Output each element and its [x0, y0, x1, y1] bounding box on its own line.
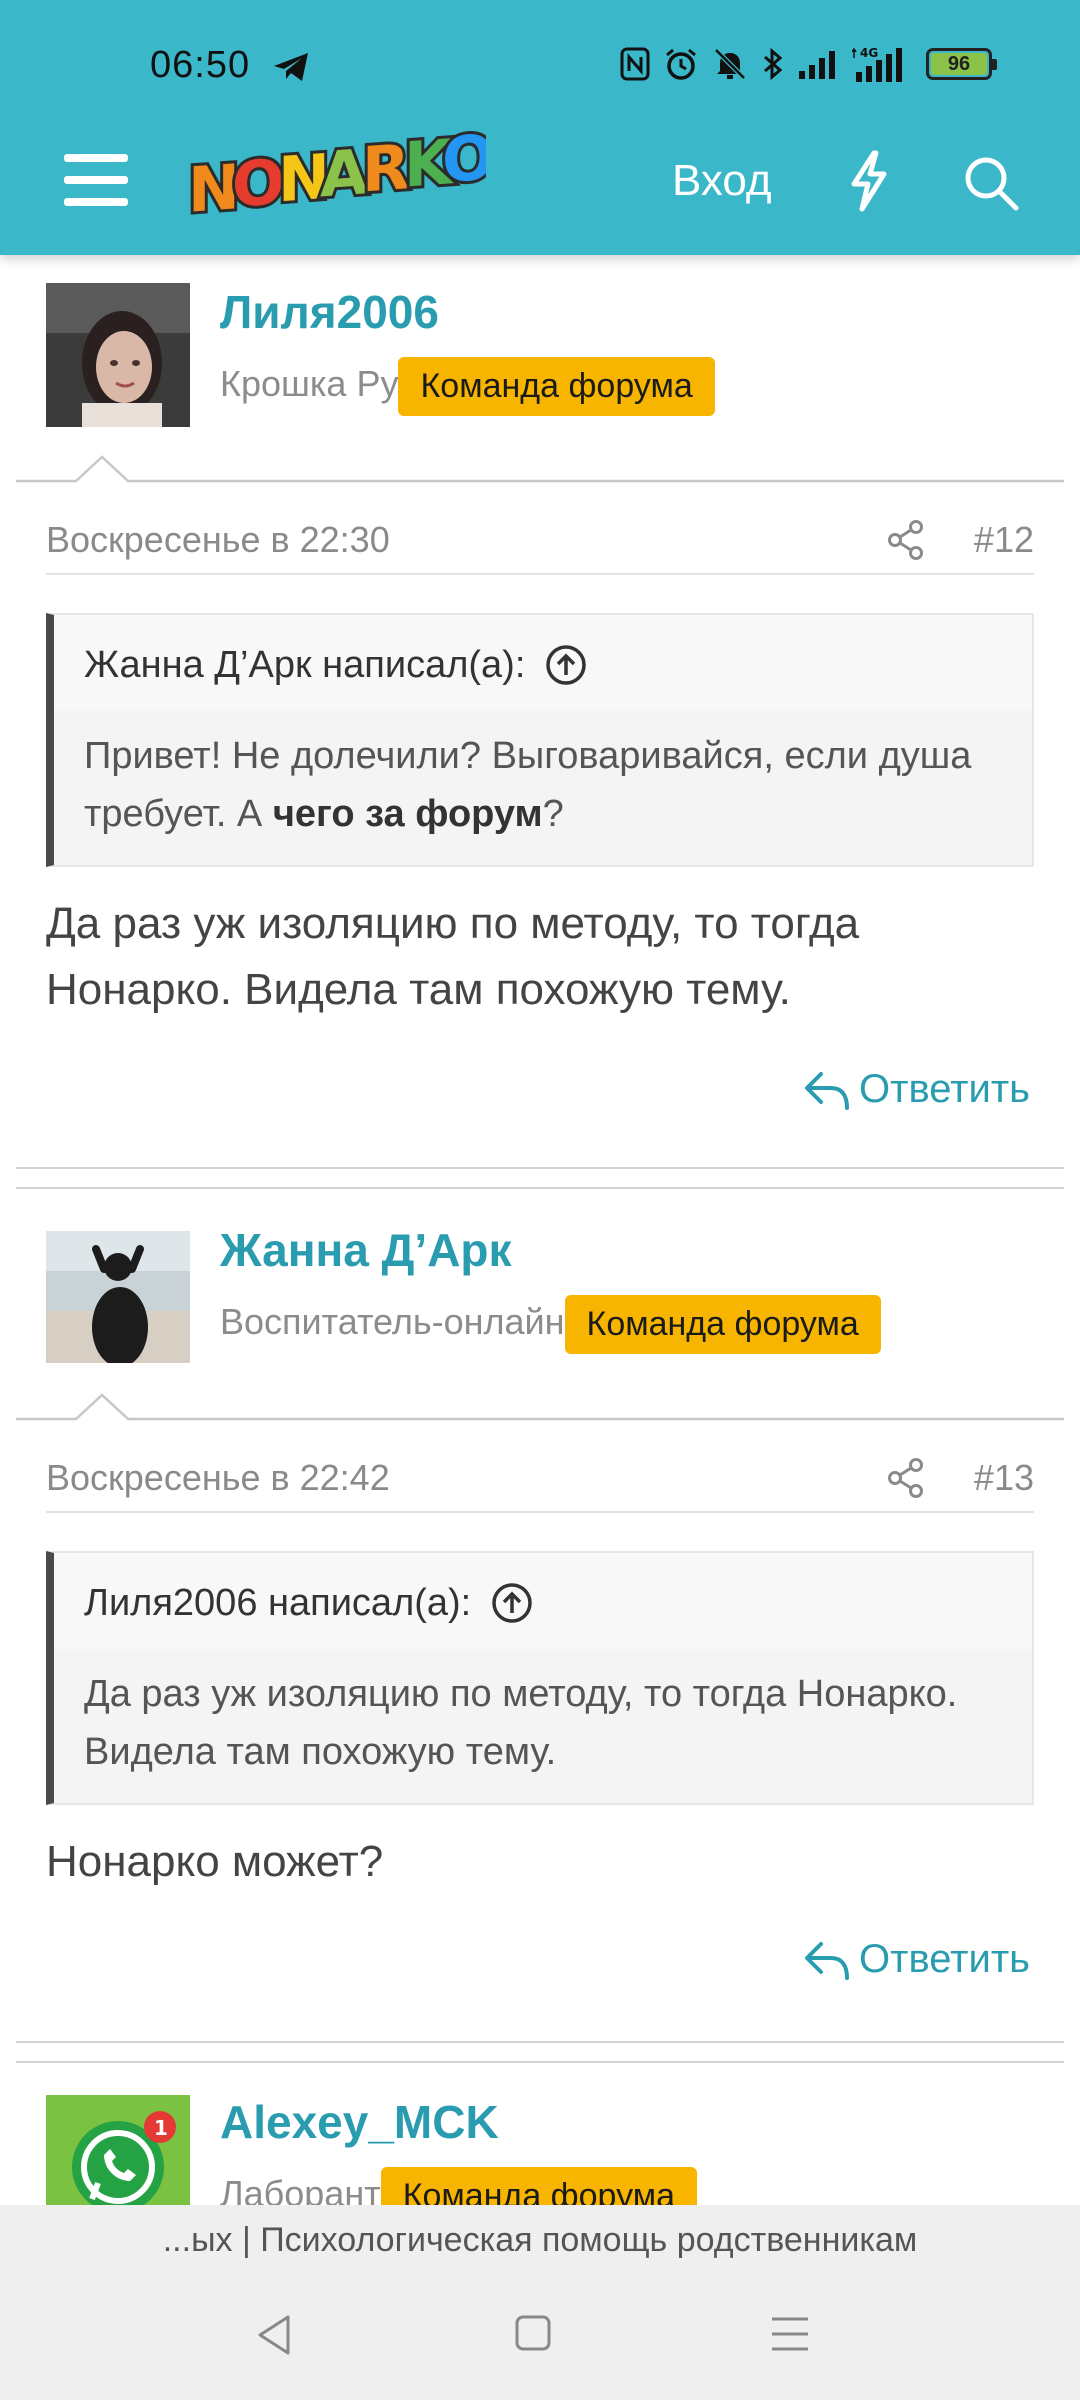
reply-icon — [805, 1941, 850, 1980]
status-bar: 06:50 4G 96 — [0, 0, 1080, 135]
post-number[interactable]: #13 — [974, 1457, 1034, 1499]
team-badge: Команда форума — [380, 2167, 697, 2205]
user-title: Крошка Ру — [220, 363, 399, 405]
page-title-footer[interactable]: ...ых | Психологическая помощь родственн… — [0, 2205, 1080, 2275]
header: 06:50 4G 96 N O N A R K O Вход — [0, 0, 1080, 255]
bluetooth-icon — [764, 47, 783, 81]
user-title-row: Крошка Ру Команда форума — [220, 357, 715, 416]
signal-4g-icon: 4G — [852, 46, 902, 82]
quote-author: Лиля2006 написал(а): — [84, 1581, 472, 1624]
arrow-up-circle-icon[interactable] — [545, 644, 587, 686]
thread-content: Лиля2006 Крошка Ру Команда форума Воскрес… — [0, 255, 1080, 2205]
telegram-icon — [274, 53, 308, 81]
post-number[interactable]: #12 — [974, 519, 1034, 561]
reply-label: Ответить — [859, 1937, 1030, 1981]
svg-text:4G: 4G — [860, 46, 878, 60]
app-bar: N O N A R K O Вход — [0, 130, 1080, 255]
alarm-icon — [666, 48, 696, 80]
svg-text:O: O — [442, 130, 486, 197]
system-navigation-bar — [0, 2275, 1080, 2400]
svg-text:A: A — [320, 135, 368, 211]
quote-block: Лиля2006 написал(а): Да раз уж изоляцию … — [46, 1551, 1034, 1805]
post-date[interactable]: Воскресенье в 22:30 — [46, 519, 390, 561]
login-button[interactable]: Вход — [672, 156, 772, 206]
quote-text: Да раз уж изоляцию по методу, то тогда Н… — [84, 1673, 958, 1773]
lightning-icon[interactable] — [846, 150, 892, 212]
post-date[interactable]: Воскресенье в 22:42 — [46, 1457, 390, 1499]
mute-icon — [714, 48, 746, 80]
back-icon[interactable] — [252, 2311, 296, 2359]
avatar[interactable]: 1 — [46, 2095, 190, 2205]
home-icon[interactable] — [514, 2313, 552, 2353]
reply-label: Ответить — [859, 1067, 1030, 1111]
post-divider — [16, 455, 1064, 483]
team-badge: Команда форума — [564, 1295, 881, 1354]
share-icon[interactable] — [886, 519, 926, 561]
svg-text:O: O — [232, 145, 285, 222]
username[interactable]: Alexey_MCK — [220, 2095, 499, 2149]
recent-apps-icon[interactable] — [770, 2313, 810, 2355]
quote-header[interactable]: Лиля2006 написал(а): — [54, 1553, 1032, 1649]
site-logo[interactable]: N O N A R K O — [184, 130, 486, 230]
avatar[interactable] — [46, 283, 190, 427]
battery-level: 96 — [931, 53, 987, 75]
post-message: Да раз уж изоляцию по методу, то тогда Н… — [46, 899, 860, 1014]
quote-block: Жанна Д’Арк написал(а): Привет! Не долеч… — [46, 613, 1034, 867]
battery-icon: 96 — [926, 48, 997, 80]
svg-text:1: 1 — [154, 2116, 168, 2140]
post-divider — [16, 1393, 1064, 1421]
reply-button[interactable]: Ответить — [803, 1937, 1030, 1982]
status-time: 06:50 — [150, 44, 251, 86]
quote-header[interactable]: Жанна Д’Арк написал(а): — [54, 615, 1032, 711]
post-message: Нонарко может? — [46, 1837, 384, 1886]
nfc-icon — [620, 47, 650, 81]
user-title: Лаборант — [220, 2173, 381, 2205]
username[interactable]: Лиля2006 — [220, 285, 439, 339]
share-icon[interactable] — [886, 1457, 926, 1499]
signal-icon — [799, 51, 835, 79]
user-title-row: Лаборант Команда форума — [220, 2167, 697, 2205]
arrow-up-circle-icon[interactable] — [491, 1582, 533, 1624]
svg-text:R: R — [362, 130, 410, 206]
reply-button[interactable]: Ответить — [803, 1067, 1030, 1112]
avatar[interactable] — [46, 1231, 190, 1363]
username[interactable]: Жанна Д’Арк — [220, 1223, 512, 1277]
post-meta: Воскресенье в 22:42 #13 — [46, 1443, 1034, 1513]
search-icon[interactable] — [962, 154, 1020, 212]
reply-icon — [805, 1071, 850, 1110]
post-meta: Воскресенье в 22:30 #12 — [46, 505, 1034, 575]
user-title: Воспитатель-онлайн — [220, 1301, 565, 1343]
team-badge: Команда форума — [398, 357, 715, 416]
quote-text: Привет! Не долечили? Выговаривайся, если… — [84, 735, 972, 835]
post-separator — [16, 2041, 1064, 2063]
status-icons: 4G 96 — [620, 46, 997, 82]
quote-author: Жанна Д’Арк написал(а): — [84, 643, 526, 686]
user-title-row: Воспитатель-онлайн Команда форума — [220, 1295, 881, 1354]
hamburger-menu-icon[interactable] — [64, 150, 130, 216]
post-separator — [16, 1167, 1064, 1189]
